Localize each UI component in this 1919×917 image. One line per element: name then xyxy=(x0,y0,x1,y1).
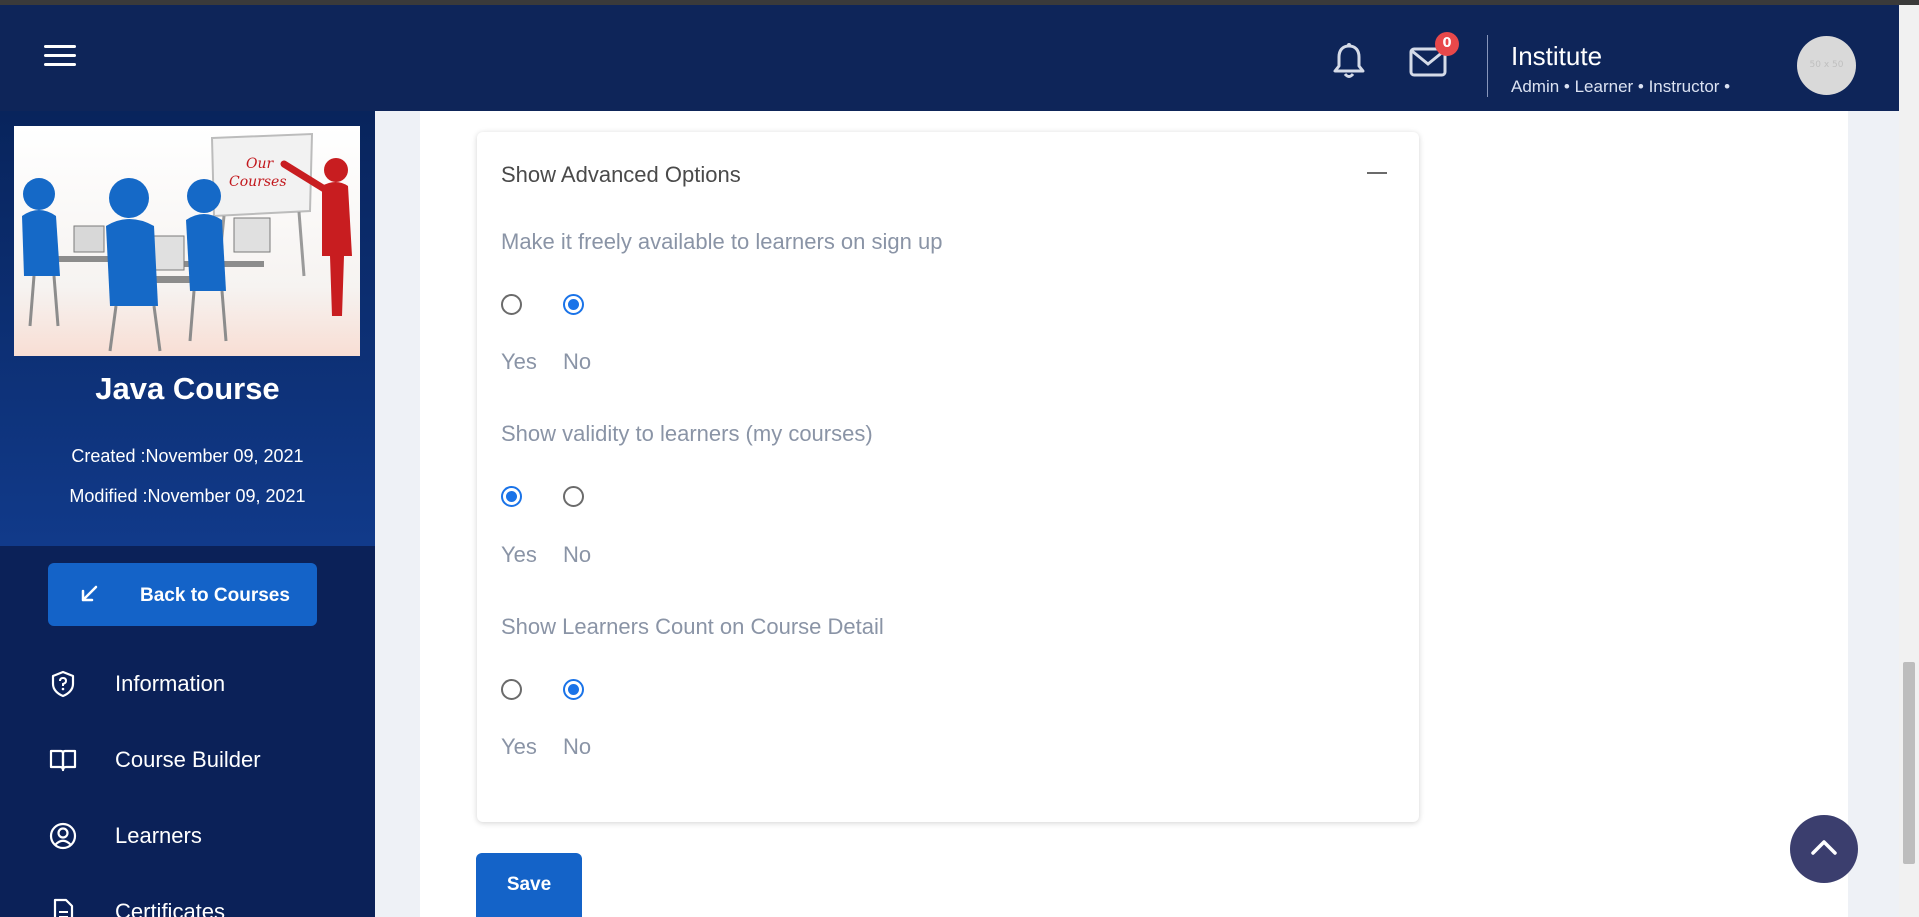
modified-date: Modified :November 09, 2021 xyxy=(0,486,375,507)
sidebar-item-label: Course Builder xyxy=(115,747,261,772)
save-button[interactable]: Save xyxy=(476,853,582,917)
collapse-minus-icon[interactable] xyxy=(1367,172,1387,174)
option1-no-label: No xyxy=(563,349,592,374)
sidebar-item-label: Learners xyxy=(115,823,202,848)
scroll-to-top-button[interactable] xyxy=(1790,815,1858,883)
back-to-courses-label: Back to Courses xyxy=(140,585,290,606)
advanced-options-title[interactable]: Show Advanced Options xyxy=(501,162,741,188)
option1-yes-radio[interactable] xyxy=(501,294,522,315)
option1-no-radio[interactable] xyxy=(563,294,584,315)
course-image-text-courses: Courses xyxy=(229,174,287,190)
created-date: Created :November 09, 2021 xyxy=(0,446,375,467)
institute-name: Institute xyxy=(1511,41,1603,71)
hamburger-menu-icon[interactable] xyxy=(44,45,76,67)
shield-question-icon xyxy=(51,670,75,698)
option3-yes-label: Yes xyxy=(501,734,537,759)
header-divider xyxy=(1487,35,1488,97)
option3-no-radio[interactable] xyxy=(563,679,584,700)
course-image: Our Courses xyxy=(14,126,360,356)
sidebar-item-certificates[interactable]: Certificates xyxy=(48,889,348,917)
sidebar-item-course-builder[interactable]: Course Builder xyxy=(48,737,348,785)
advanced-options-panel: Show Advanced Options Make it freely ava… xyxy=(477,132,1419,822)
chevron-up-icon xyxy=(1811,840,1837,855)
arrow-down-left-icon xyxy=(81,585,98,602)
option2-yes-radio[interactable] xyxy=(501,486,522,507)
option2-yes-label: Yes xyxy=(501,542,537,567)
page-scrollbar[interactable] xyxy=(1899,5,1919,917)
modified-value: November 09, 2021 xyxy=(147,486,306,506)
user-circle-icon xyxy=(49,822,77,850)
option-question: Show validity to learners (my courses) xyxy=(501,421,873,446)
sidebar-item-learners[interactable]: Learners xyxy=(48,813,348,861)
modified-label: Modified : xyxy=(69,486,148,506)
option3-no-label: No xyxy=(563,734,592,759)
created-value: November 09, 2021 xyxy=(145,446,304,466)
option-question: Make it freely available to learners on … xyxy=(501,229,943,254)
sidebar-item-label: Certificates xyxy=(115,899,226,917)
sidebar-item-information[interactable]: Information xyxy=(48,661,348,709)
sidebar-item-label: Information xyxy=(115,671,226,696)
document-icon xyxy=(53,898,74,917)
course-summary: Our Courses Java Course Created:Novembe… xyxy=(0,111,375,546)
top-header: 0 Institute Admin • Learner • Instructor… xyxy=(0,5,1899,111)
avatar[interactable]: 50 x 50 xyxy=(1797,36,1856,95)
back-to-courses-button[interactable]: Back to Courses xyxy=(48,563,317,626)
option2-no-radio[interactable] xyxy=(563,486,584,507)
bell-icon[interactable] xyxy=(1331,41,1367,81)
user-roles: Admin • Learner • Instructor • xyxy=(1511,77,1731,96)
open-book-icon xyxy=(49,749,77,772)
option1-yes-label: Yes xyxy=(501,349,537,374)
created-label: Created : xyxy=(71,446,146,466)
course-image-text-our: Our xyxy=(246,156,274,172)
option3-yes-radio[interactable] xyxy=(501,679,522,700)
messages-badge: 0 xyxy=(1435,32,1459,56)
option-question: Show Learners Count on Course Detail xyxy=(501,614,884,639)
scrollbar-thumb[interactable] xyxy=(1903,662,1915,864)
sidebar: Our Courses Java Course Created:Novembe… xyxy=(0,111,375,917)
option2-no-label: No xyxy=(563,542,592,567)
course-title: Java Course xyxy=(95,371,280,406)
